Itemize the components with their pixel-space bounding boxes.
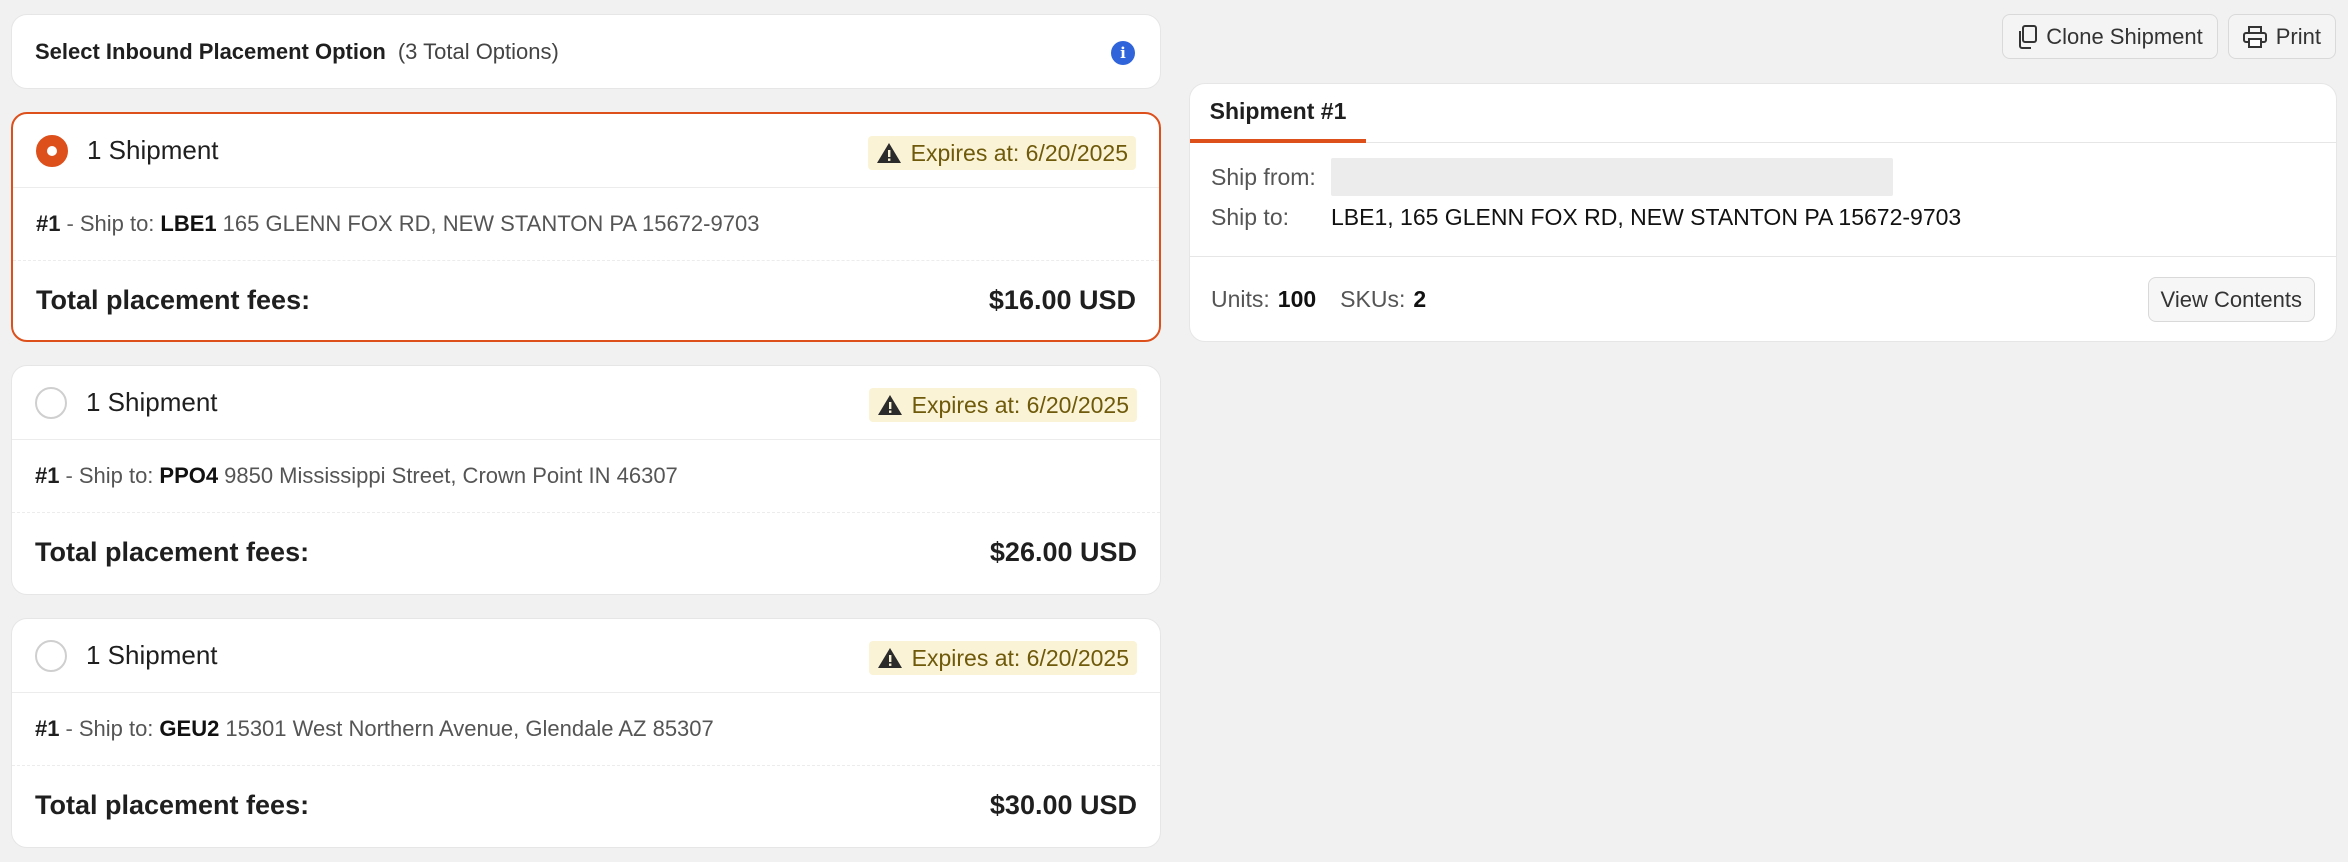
ship-to-label: Ship to: [78,716,154,741]
shipment-count: 1 Shipment [87,135,219,165]
fees-label: Total placement fees: [35,536,310,567]
placement-header: Select Inbound Placement Option (3 Total… [11,14,1161,89]
units-label: Units: [1211,286,1270,312]
expires-badge: Expires at: 6/20/2025 [868,641,1137,675]
view-contents-button[interactable]: View Contents [2147,277,2315,322]
shipment-number: #1 [36,211,61,236]
shipment-count: 1 Shipment [86,387,218,417]
copy-icon [2019,24,2038,49]
fc-address: 165 GLENN FOX RD, NEW STANTON PA 15672-9… [222,211,760,236]
ship-to-row: Ship to: LBE1, 165 GLENN FOX RD, NEW STA… [1211,197,2315,237]
tab-shipment-1[interactable]: Shipment #1 [1190,84,1366,143]
print-button[interactable]: Print [2227,14,2336,59]
option-radio[interactable] [36,134,68,167]
skus-value: 2 [1413,286,1427,312]
expires-text: Expires at: 6/20/2025 [910,139,1128,166]
fees-label: Total placement fees: [35,789,310,820]
fees-value: $30.00 USD [989,789,1137,820]
ship-from-row: Ship from: [1211,157,2315,197]
clone-shipment-button[interactable]: Clone Shipment [2002,14,2218,59]
ship-to-label: Ship to: [1211,203,1289,230]
expires-badge: Expires at: 6/20/2025 [868,388,1137,422]
option-destination: #1 - Ship to: PPO4 9850 Mississippi Stre… [12,440,1160,513]
expires-badge: Expires at: 6/20/2025 [867,136,1136,170]
fc-address: 15301 West Northern Avenue, Glendale AZ … [225,716,714,741]
clone-shipment-label: Clone Shipment [2046,23,2203,49]
fees-label: Total placement fees: [36,284,311,315]
separator: - [65,716,73,741]
ship-from-label: Ship from: [1211,163,1316,190]
ship-to-label: Ship to: [79,211,155,236]
option-header: 1 Shipment Expires at: 6/20/2025 [12,366,1160,440]
ship-to-value: LBE1, 165 GLENN FOX RD, NEW STANTON PA 1… [1331,203,1962,230]
expires-text: Expires at: 6/20/2025 [911,391,1129,418]
warning-icon [876,143,901,163]
placement-option-1[interactable]: 1 Shipment Expires at: 6/20/2025 #1 - Sh… [11,112,1161,342]
fc-address: 9850 Mississippi Street, Crown Point IN … [224,463,678,488]
options-count: (3 Total Options) [397,38,559,64]
option-header: 1 Shipment Expires at: 6/20/2025 [12,619,1160,693]
placement-option-3[interactable]: 1 Shipment Expires at: 6/20/2025 #1 - Sh… [11,618,1161,848]
shipment-count: 1 Shipment [86,640,218,670]
option-header: 1 Shipment Expires at: 6/20/2025 [13,114,1159,188]
shipment-addresses: Ship from: Ship to: LBE1, 165 GLENN FOX … [1190,143,2336,257]
ship-to-label: Ship to: [78,463,154,488]
option-fees: Total placement fees: $30.00 USD [12,766,1160,844]
placement-options-panel: Select Inbound Placement Option (3 Total… [11,14,1161,848]
page-title: Select Inbound Placement Option [35,38,386,64]
toolbar: Clone Shipment Print [2002,14,2336,59]
shipment-detail-panel: Shipment #1 Ship from: Ship to: LBE1, 16… [1189,83,2337,342]
skus-label: SKUs: [1340,286,1406,312]
option-destination: #1 - Ship to: LBE1 165 GLENN FOX RD, NEW… [13,188,1159,261]
expires-text: Expires at: 6/20/2025 [911,644,1129,671]
shipment-summary: Units: 100 SKUs: 2 View Contents [1190,257,2336,341]
ship-from-placeholder [1331,158,1893,196]
fc-code: PPO4 [159,463,219,488]
shipment-tabs: Shipment #1 [1190,84,2336,143]
option-destination: #1 - Ship to: GEU2 15301 West Northern A… [12,693,1160,766]
warning-icon [877,395,902,415]
fc-code: LBE1 [160,211,217,236]
print-label: Print [2275,23,2321,49]
option-radio[interactable] [35,639,67,672]
separator: - [65,463,73,488]
fees-value: $26.00 USD [989,536,1137,567]
fc-code: GEU2 [159,716,220,741]
option-fees: Total placement fees: $16.00 USD [13,261,1159,339]
shipment-number: #1 [35,463,60,488]
shipment-number: #1 [35,716,60,741]
fees-value: $16.00 USD [988,284,1136,315]
option-fees: Total placement fees: $26.00 USD [12,513,1160,591]
units-value: 100 [1277,286,1317,312]
info-icon[interactable]: i [1111,41,1135,65]
option-radio[interactable] [35,386,67,419]
warning-icon [877,648,902,668]
separator: - [66,211,74,236]
placement-option-2[interactable]: 1 Shipment Expires at: 6/20/2025 #1 - Sh… [11,365,1161,595]
printer-icon [2242,25,2267,48]
